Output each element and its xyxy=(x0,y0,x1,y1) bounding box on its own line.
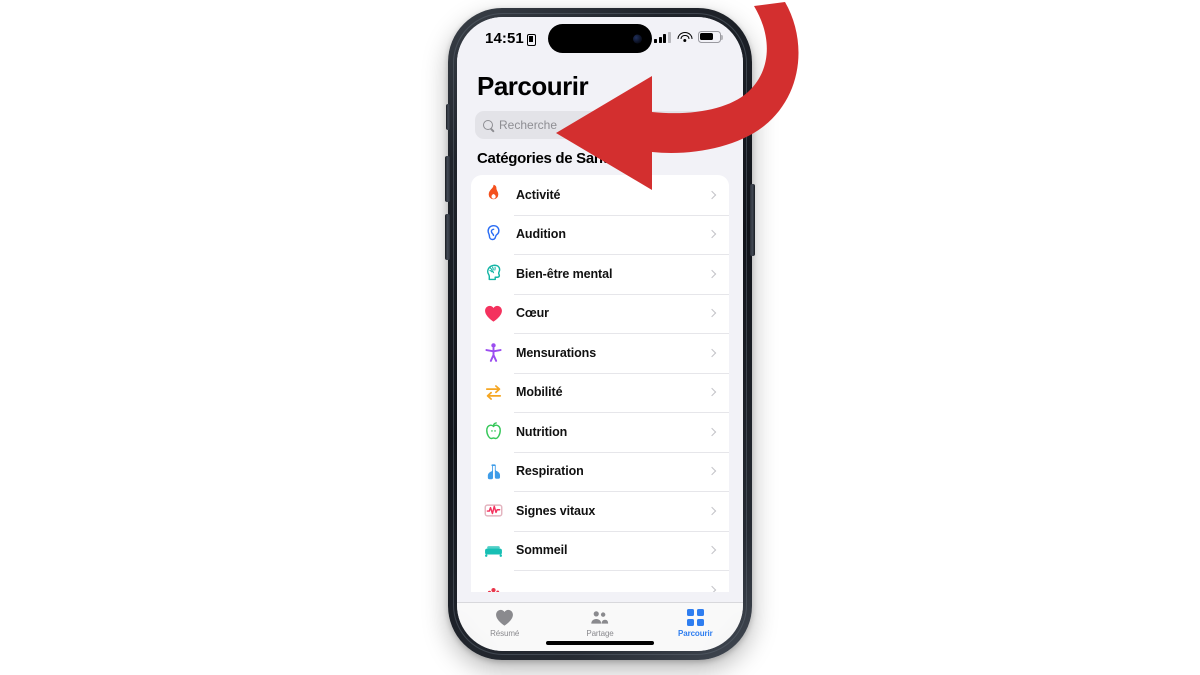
chevron-right-icon xyxy=(707,427,717,436)
front-camera-icon xyxy=(633,34,642,43)
search-placeholder: Recherche xyxy=(499,118,558,132)
category-row-sommeil[interactable]: Sommeil xyxy=(471,530,729,571)
chevron-right-icon xyxy=(707,348,717,357)
tab-label: Partage xyxy=(586,629,614,638)
tab-label: Parcourir xyxy=(677,629,713,638)
chevron-right-icon xyxy=(707,467,717,476)
chevron-right-icon xyxy=(707,190,717,199)
category-label: Activité xyxy=(516,187,561,202)
category-row-audition[interactable]: Audition xyxy=(471,214,729,255)
category-row-respiration[interactable]: Respiration xyxy=(471,451,729,492)
tab-label: Résumé xyxy=(490,629,520,638)
category-row-partial[interactable] xyxy=(471,570,729,592)
flame-icon xyxy=(482,183,505,206)
heart-icon xyxy=(482,302,505,325)
chevron-right-icon xyxy=(707,546,717,555)
heart-icon xyxy=(493,608,516,627)
status-bar: 14:51 xyxy=(457,17,743,63)
head-brain-icon xyxy=(482,262,505,285)
phone-screen: 14:51 Parcourir Recherche Catégories de … xyxy=(457,17,743,651)
category-label: Signes vitaux xyxy=(516,503,596,518)
search-field[interactable]: Recherche xyxy=(475,111,725,139)
body-icon xyxy=(482,341,505,364)
grid-icon xyxy=(687,608,704,627)
power-button[interactable] xyxy=(750,184,755,256)
category-label: Sommeil xyxy=(516,543,568,558)
ear-icon xyxy=(482,223,505,246)
page-title: Parcourir xyxy=(477,71,589,101)
microphone-icon[interactable] xyxy=(709,119,716,137)
category-label: Bien-être mental xyxy=(516,266,613,281)
chevron-right-icon xyxy=(707,269,717,278)
tab-parcourir[interactable]: Parcourir xyxy=(648,608,743,638)
category-row-activit-[interactable]: Activité xyxy=(471,175,729,215)
category-label: Audition xyxy=(516,227,566,242)
battery-icon xyxy=(698,31,724,43)
bed-icon xyxy=(482,539,505,562)
dynamic-island xyxy=(548,24,652,53)
category-list-container: Activité Audition Bien-être mental Cœur … xyxy=(457,175,743,592)
category-row-signes-vitaux[interactable]: Signes vitaux xyxy=(471,491,729,531)
category-label: Cœur xyxy=(516,306,549,321)
category-row-bien-tre-mental[interactable]: Bien-être mental xyxy=(471,254,729,294)
category-label: Respiration xyxy=(516,464,584,479)
chevron-right-icon xyxy=(707,388,717,397)
category-row-nutrition[interactable]: Nutrition xyxy=(471,412,729,452)
category-label: Mensurations xyxy=(516,345,597,360)
symptoms-icon xyxy=(482,578,505,592)
cellular-signal-icon xyxy=(653,31,671,43)
status-bar-indicators xyxy=(653,31,724,43)
tab-r-sum-[interactable]: Résumé xyxy=(457,608,552,638)
people-icon xyxy=(588,608,611,627)
status-bar-time: 14:51 xyxy=(485,30,524,47)
category-row-mensurations[interactable]: Mensurations xyxy=(471,333,729,373)
arrows-icon xyxy=(482,381,505,404)
chevron-right-icon xyxy=(707,506,717,515)
screenshot-canvas: 14:51 Parcourir Recherche Catégories de … xyxy=(0,0,1200,675)
tab-partage[interactable]: Partage xyxy=(552,608,647,638)
category-row-c-ur[interactable]: Cœur xyxy=(471,293,729,334)
chevron-right-icon xyxy=(707,309,717,318)
search-icon xyxy=(483,119,494,131)
category-list-card: Activité Audition Bien-être mental Cœur … xyxy=(471,175,729,592)
home-indicator xyxy=(546,640,654,645)
category-label: Mobilité xyxy=(516,385,563,400)
chevron-right-icon xyxy=(707,230,717,239)
category-label: Nutrition xyxy=(516,424,568,439)
waveform-icon xyxy=(482,499,505,522)
volume-up-button[interactable] xyxy=(445,156,450,202)
wifi-icon xyxy=(677,31,692,43)
category-row-mobilit-[interactable]: Mobilité xyxy=(471,372,729,413)
alarm-badge-icon xyxy=(526,33,536,46)
status-bar-time-group: 14:51 xyxy=(485,30,536,47)
navigation-header: Parcourir Recherche Catégories de Santé xyxy=(457,63,743,175)
iphone-device-frame: 14:51 Parcourir Recherche Catégories de … xyxy=(445,8,755,660)
silent-switch-button[interactable] xyxy=(446,104,450,130)
volume-down-button[interactable] xyxy=(445,214,450,260)
chevron-right-icon xyxy=(707,585,717,592)
lungs-icon xyxy=(482,460,505,483)
apple-icon xyxy=(482,420,505,443)
section-header-health-categories: Catégories de Santé xyxy=(477,150,616,167)
